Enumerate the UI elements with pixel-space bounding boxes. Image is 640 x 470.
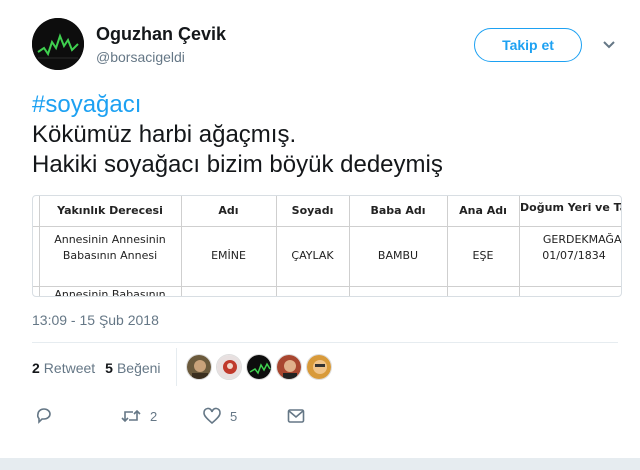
cell-row2-relation: Annesinin Babasının — [54, 288, 166, 297]
tweet-card: Oguzhan Çevik @borsacigeldi Takip et #so… — [0, 0, 640, 458]
envelope-icon — [287, 409, 305, 423]
like-button[interactable]: 5 — [202, 406, 237, 426]
liker-avatar[interactable] — [306, 354, 332, 380]
cell-birth-line2: 01/07/1834 — [542, 249, 606, 262]
divider — [32, 342, 618, 343]
retweet-button[interactable]: 2 — [120, 406, 157, 426]
like-action-count: 5 — [230, 408, 238, 424]
document-table: Yakınlık Derecesi Adı Soyadı Baba Adı An… — [33, 196, 622, 297]
reply-icon — [36, 408, 51, 424]
liker-avatar[interactable] — [276, 354, 302, 380]
header-father: Baba Adı — [370, 204, 426, 217]
author-avatar[interactable] — [32, 18, 84, 70]
cell-surname: ÇAYLAK — [291, 249, 334, 262]
tweet-line-1: Kökümüz harbi ağaçmış. — [32, 121, 297, 148]
hashtag-link[interactable]: #soyağacı — [32, 91, 141, 118]
header-surname: Soyadı — [291, 204, 334, 217]
header-name: Adı — [218, 204, 239, 217]
tweet-stats: 2 Retweet 5 Beğeni — [32, 360, 161, 376]
retweet-label[interactable]: Retweet — [44, 360, 95, 376]
cell-father: BAMBU — [377, 249, 419, 262]
header-relation: Yakınlık Derecesi — [57, 204, 163, 217]
direct-message-button[interactable] — [286, 406, 306, 426]
follow-button[interactable]: Takip et — [474, 28, 582, 62]
cell-relation-line1: Annesinin Annesinin — [54, 233, 166, 246]
chevron-down-icon[interactable] — [600, 36, 618, 54]
heart-icon — [203, 407, 221, 425]
reply-button[interactable] — [34, 406, 54, 426]
header-mother: Ana Adı — [459, 204, 507, 217]
retweet-action-count: 2 — [150, 408, 158, 424]
tweet-line-2: Hakiki soyağacı bizim böyük dedeymiş — [32, 151, 443, 178]
retweet-count[interactable]: 2 — [32, 360, 40, 376]
cell-mother: EŞE — [472, 249, 494, 262]
cell-name: EMİNE — [211, 249, 246, 262]
stats-divider — [176, 348, 177, 386]
tweet-text: #soyağacı Kökümüz harbi ağaçmış. Hakiki … — [32, 90, 612, 180]
tweet-media-image[interactable]: Yakınlık Derecesi Adı Soyadı Baba Adı An… — [32, 195, 622, 297]
liker-avatar[interactable] — [216, 354, 242, 380]
liker-avatar[interactable] — [186, 354, 212, 380]
like-label[interactable]: Beğeni — [117, 360, 161, 376]
likers-avatars — [186, 354, 336, 380]
author-name[interactable]: Oguzhan Çevik — [96, 24, 226, 45]
page-background — [0, 458, 640, 470]
tweet-timestamp[interactable]: 13:09 - 15 Şub 2018 — [32, 312, 159, 328]
cell-birth-line1: GERDEKMAĞAR — [542, 233, 622, 246]
tweet-actions: 2 5 — [34, 406, 334, 430]
author-handle[interactable]: @borsacigeldi — [96, 49, 185, 65]
header-birth: Doğum Yeri ve Tarihi — [520, 201, 621, 214]
liker-avatar[interactable] — [246, 354, 272, 380]
retweet-icon — [121, 409, 141, 423]
like-count[interactable]: 5 — [105, 360, 113, 376]
cell-relation-line2: Babasının Annesi — [62, 249, 158, 262]
